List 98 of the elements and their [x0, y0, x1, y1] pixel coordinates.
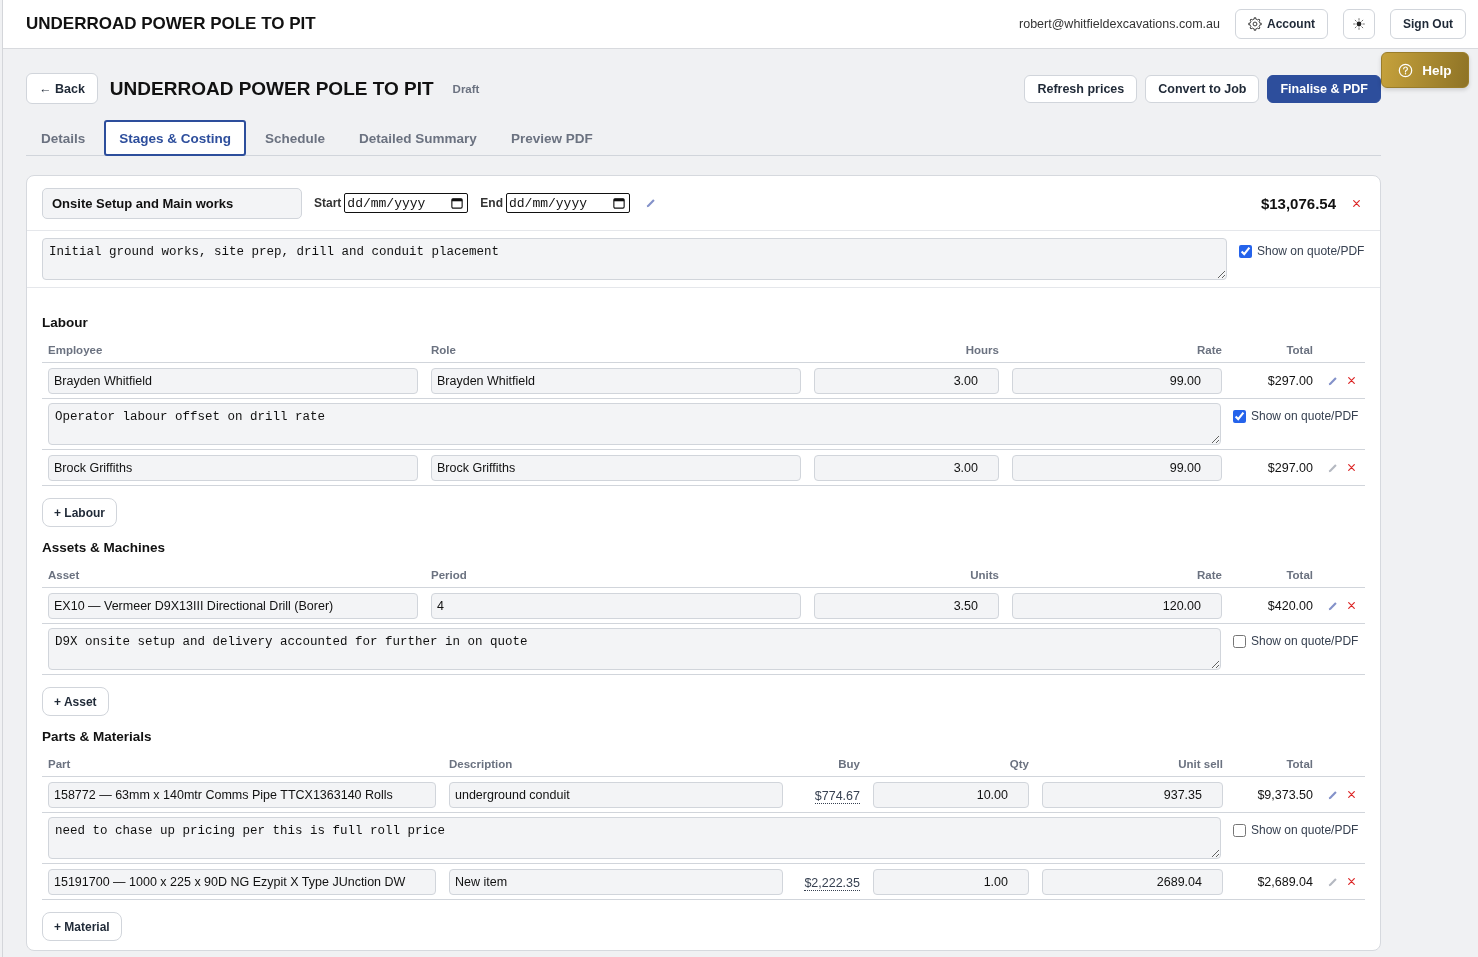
column-header: Asset [48, 569, 81, 581]
input-field[interactable]: 4 [431, 592, 801, 619]
number-field[interactable]: 3.00 [814, 454, 999, 481]
row-total: $297.00 [1266, 460, 1313, 475]
field-label: End [480, 196, 503, 210]
tab[interactable]: Schedule [250, 120, 341, 156]
number-field[interactable]: 99.00 [1012, 454, 1222, 481]
column-header: Unit sell [1177, 758, 1223, 770]
number-field[interactable]: 2689.04 [1042, 868, 1223, 895]
row-total: $420.00 [1266, 598, 1313, 613]
column-header: Total [1285, 758, 1313, 770]
input-field[interactable]: Brock Griffiths [48, 454, 418, 481]
pencil-icon[interactable] [1328, 375, 1338, 386]
checkbox-label: Show on quote/PDF [1251, 823, 1359, 837]
stage-total: $13,076.54 [1260, 194, 1336, 212]
row-total: $9,373.50 [1256, 787, 1313, 802]
number-field[interactable]: 99.00 [1012, 367, 1222, 394]
stage-name-field[interactable]: Onsite Setup and Main works [42, 187, 302, 219]
input-field[interactable]: 158772 — 63mm x 140mtr Comms Pipe TTCX1363140 Rolls [48, 781, 436, 808]
cross-icon[interactable] [1348, 602, 1355, 609]
column-header: Part [48, 758, 72, 770]
checkbox-label: Show on quote/PDF [1251, 409, 1359, 423]
calendar-icon [451, 197, 464, 209]
action-button[interactable]: Convert to Job [1145, 74, 1260, 103]
quote-title: UNDERROAD POWER POLE TO PIT [109, 77, 434, 100]
number-field[interactable]: 10.00 [873, 781, 1029, 808]
number-field[interactable]: 3.00 [814, 367, 999, 394]
column-header: Buy [837, 758, 860, 770]
tab[interactable]: Detailed Summary [344, 120, 492, 156]
gear-icon [1248, 17, 1262, 31]
status-label: Draft [452, 82, 480, 95]
checkbox[interactable] [1239, 245, 1252, 258]
checkbox[interactable] [1233, 635, 1246, 648]
add-button[interactable]: + Material [42, 912, 122, 941]
input-field[interactable]: Brayden Whitfield [431, 367, 801, 394]
row-total: $297.00 [1266, 373, 1313, 388]
column-header: Units [969, 569, 999, 581]
note-field[interactable]: D9X onsite setup and delivery accounted for further in on quote [48, 628, 1221, 670]
column-header: Qty [1008, 758, 1029, 770]
date-field[interactable]: dd/mm/yyyy [344, 193, 469, 213]
column-header: Rate [1196, 344, 1222, 356]
row-total: $2,689.04 [1256, 874, 1313, 889]
column-header: Employee [48, 344, 104, 356]
column-header: Rate [1196, 569, 1222, 581]
column-header: Period [431, 569, 468, 581]
buy-price: $2,222.35 [804, 875, 860, 891]
page-title: UNDERROAD POWER POLE TO PIT [26, 14, 316, 34]
date-field[interactable]: dd/mm/yyyy [506, 193, 630, 213]
tab[interactable]: Stages & Costing [104, 120, 247, 156]
column-header: Role [431, 344, 457, 356]
input-field[interactable]: 15191700 — 1000 x 225 x 90D NG Ezypit X Type JUnction DW [48, 868, 436, 895]
number-field[interactable]: 1.00 [873, 868, 1029, 895]
checkbox[interactable] [1233, 410, 1246, 423]
checkbox-label: Show on quote/PDF [1251, 634, 1359, 648]
input-field[interactable]: New item [449, 868, 783, 895]
theme-toggle[interactable] [1343, 9, 1375, 39]
section-title: Assets & Machines [42, 540, 167, 555]
buy-price: $774.67 [814, 788, 860, 804]
account-button[interactable]: Account [1235, 9, 1328, 39]
column-header: Hours [964, 344, 999, 356]
number-field[interactable]: 3.50 [814, 592, 999, 619]
note-field[interactable]: need to chase up pricing per this is full roll price [48, 817, 1221, 859]
add-button[interactable]: + Asset [42, 687, 109, 716]
cross-icon[interactable] [1348, 791, 1355, 798]
checkbox-label: Show on quote/PDF [1257, 244, 1365, 258]
add-button[interactable]: + Labour [42, 498, 117, 527]
tab[interactable]: Details [26, 120, 101, 156]
question-icon [1398, 62, 1414, 78]
column-header: Total [1285, 344, 1313, 356]
cross-icon[interactable] [1348, 878, 1355, 885]
sign-out-button[interactable]: Sign Out [1390, 9, 1466, 39]
cross-icon[interactable] [1348, 377, 1355, 384]
cross-icon[interactable] [1348, 464, 1355, 471]
section-title: Labour [42, 315, 89, 330]
pencil-icon[interactable] [1328, 600, 1338, 611]
input-field[interactable]: EX10 — Vermeer D9X13III Directional Drill (Borer) [48, 592, 418, 619]
column-header: Total [1285, 569, 1313, 581]
back-button[interactable]: ← Back [26, 73, 98, 104]
action-button[interactable]: Finalise & PDF [1267, 74, 1381, 103]
description-field[interactable]: Initial ground works, site prep, drill and conduit placement [42, 238, 1227, 280]
checkbox[interactable] [1233, 824, 1246, 837]
number-field[interactable]: 120.00 [1012, 592, 1222, 619]
input-field[interactable]: Brock Griffiths [431, 454, 801, 481]
sun-icon [1353, 18, 1365, 30]
action-button[interactable]: Refresh prices [1024, 74, 1138, 103]
column-header: Description [449, 758, 514, 770]
pencil-icon[interactable] [1328, 789, 1338, 800]
number-field[interactable]: 937.35 [1042, 781, 1223, 808]
input-field[interactable]: underground conduit [449, 781, 783, 808]
calendar-icon [613, 197, 625, 209]
note-field[interactable]: Operator labour offset on drill rate [48, 403, 1221, 445]
input-field[interactable]: Brayden Whitfield [48, 367, 418, 394]
field-label: Start [314, 196, 342, 210]
pencil-icon[interactable] [646, 198, 656, 208]
cross-icon[interactable] [1353, 199, 1360, 207]
tab[interactable]: Preview PDF [495, 120, 608, 156]
section-title: Parts & Materials [42, 729, 153, 744]
user-email: robert@whitfieldexcavations.com.au [1019, 17, 1220, 31]
